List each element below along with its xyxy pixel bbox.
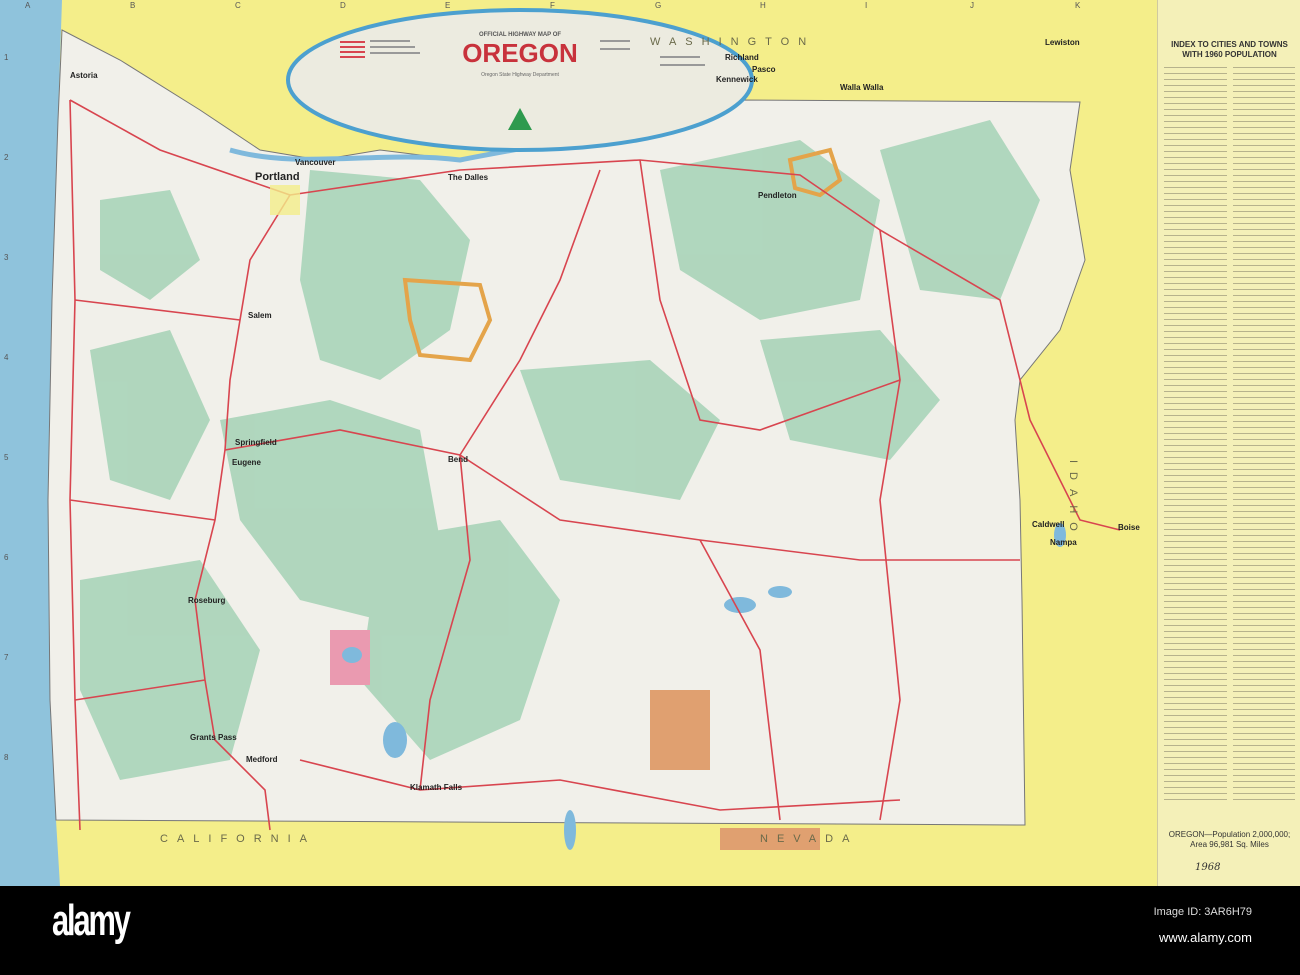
city-vancouver: Vancouver <box>295 158 335 167</box>
index-title: INDEX TO CITIES AND TOWNS WITH 1960 POPU… <box>1171 40 1288 59</box>
city-boise: Boise <box>1118 523 1140 532</box>
state-label-washington: WASHINGTON <box>650 36 815 48</box>
map-sheet: OFFICIAL HIGHWAY MAP OF OREGON Oregon St… <box>0 0 1300 886</box>
city-springfield: Springfield <box>235 438 277 447</box>
portland-metro <box>270 185 300 215</box>
svg-text:E: E <box>445 1 450 10</box>
stock-banner: alamy Image ID: 3AR6H79 www.alamy.com <box>0 886 1300 975</box>
svg-text:J: J <box>970 1 974 10</box>
svg-text:5: 5 <box>4 453 9 462</box>
city-grants-pass: Grants Pass <box>190 733 237 742</box>
city-roseburg: Roseburg <box>188 596 225 605</box>
city-klamath-falls: Klamath Falls <box>410 783 463 792</box>
state-label-idaho: IDAHO <box>1067 460 1079 540</box>
svg-text:B: B <box>130 1 135 10</box>
image-id: Image ID: 3AR6H79 <box>1153 906 1252 918</box>
city-walla-walla: Walla Walla <box>840 83 884 92</box>
alamy-logo: alamy <box>52 896 131 945</box>
city-portland: Portland <box>255 171 300 183</box>
svg-text:D: D <box>340 1 346 10</box>
oregon-highway-map: OFFICIAL HIGHWAY MAP OF OREGON Oregon St… <box>0 0 1157 886</box>
index-footer: OREGON—Population 2,000,000; Area 96,981… <box>1168 830 1291 849</box>
city-caldwell: Caldwell <box>1032 520 1064 529</box>
city-index-panel: INDEX TO CITIES AND TOWNS WITH 1960 POPU… <box>1157 0 1300 886</box>
index-column <box>1164 64 1227 804</box>
city-pendleton: Pendleton <box>758 191 797 200</box>
svg-text:H: H <box>760 1 766 10</box>
index-column <box>1232 64 1295 804</box>
hart-mountain-refuge <box>650 690 710 770</box>
city-kennewick: Kennewick <box>716 75 758 84</box>
svg-text:A: A <box>25 1 31 10</box>
city-richland: Richland <box>725 53 759 62</box>
svg-text:4: 4 <box>4 353 9 362</box>
state-label-nevada: NEVADA <box>760 833 858 845</box>
svg-text:8: 8 <box>4 753 9 762</box>
map-title: OREGON <box>462 38 578 68</box>
city-medford: Medford <box>246 755 278 764</box>
svg-text:G: G <box>655 1 661 10</box>
legend-publisher: Oregon State Highway Department <box>481 72 559 78</box>
svg-text:F: F <box>550 1 555 10</box>
svg-text:2: 2 <box>4 153 9 162</box>
svg-text:C: C <box>235 1 241 10</box>
city-astoria: Astoria <box>70 71 98 80</box>
city-the-dalles: The Dalles <box>448 173 489 182</box>
city-pasco: Pasco <box>752 65 776 74</box>
city-bend: Bend <box>448 455 468 464</box>
svg-text:7: 7 <box>4 653 9 662</box>
svg-text:6: 6 <box>4 553 9 562</box>
svg-text:1: 1 <box>4 53 9 62</box>
city-lewiston: Lewiston <box>1045 38 1080 47</box>
svg-text:3: 3 <box>4 253 9 262</box>
city-salem: Salem <box>248 311 272 320</box>
crater-lake <box>342 647 362 663</box>
site-url: www.alamy.com <box>1159 930 1252 945</box>
city-eugene: Eugene <box>232 458 261 467</box>
city-nampa: Nampa <box>1050 538 1077 547</box>
state-label-california: CALIFORNIA <box>160 833 316 845</box>
handwritten-year: 1968 <box>1195 862 1221 873</box>
svg-text:I: I <box>865 1 867 10</box>
svg-text:K: K <box>1075 1 1081 10</box>
